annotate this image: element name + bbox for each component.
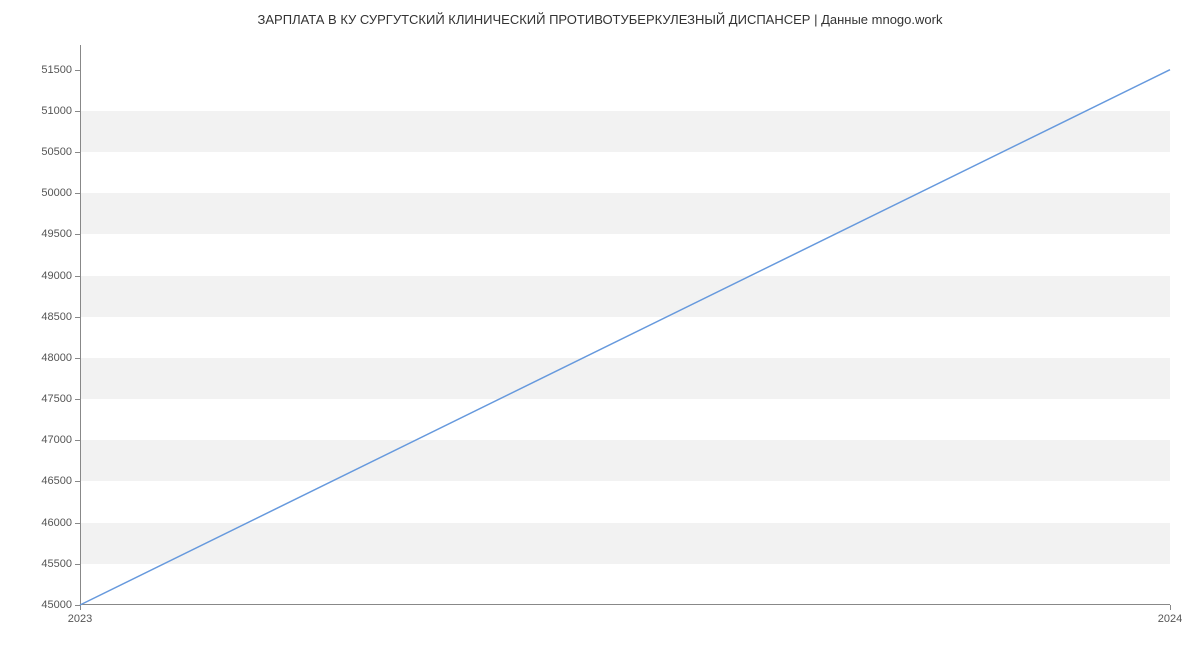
x-tick-mark [1170, 605, 1171, 610]
y-tick-label: 45000 [41, 599, 72, 611]
y-tick-label: 47500 [41, 393, 72, 405]
y-tick-label: 48500 [41, 311, 72, 323]
y-tick-label: 46500 [41, 475, 72, 487]
y-tick-label: 46000 [41, 517, 72, 529]
chart-line-svg [80, 45, 1170, 605]
plot-area: 4500045500460004650047000475004800048500… [80, 45, 1170, 605]
x-tick-label: 2023 [68, 613, 92, 625]
chart-title: ЗАРПЛАТА В КУ СУРГУТСКИЙ КЛИНИЧЕСКИЙ ПРО… [0, 12, 1200, 27]
y-tick-label: 48000 [41, 352, 72, 364]
y-tick-label: 49500 [41, 228, 72, 240]
y-tick-label: 49000 [41, 270, 72, 282]
y-tick-label: 47000 [41, 434, 72, 446]
x-tick-mark [80, 605, 81, 610]
y-tick-label: 51000 [41, 105, 72, 117]
y-tick-label: 50000 [41, 187, 72, 199]
data-line [80, 70, 1170, 605]
y-tick-label: 45500 [41, 558, 72, 570]
y-tick-label: 50500 [41, 146, 72, 158]
x-tick-label: 2024 [1158, 613, 1182, 625]
y-tick-label: 51500 [41, 64, 72, 76]
